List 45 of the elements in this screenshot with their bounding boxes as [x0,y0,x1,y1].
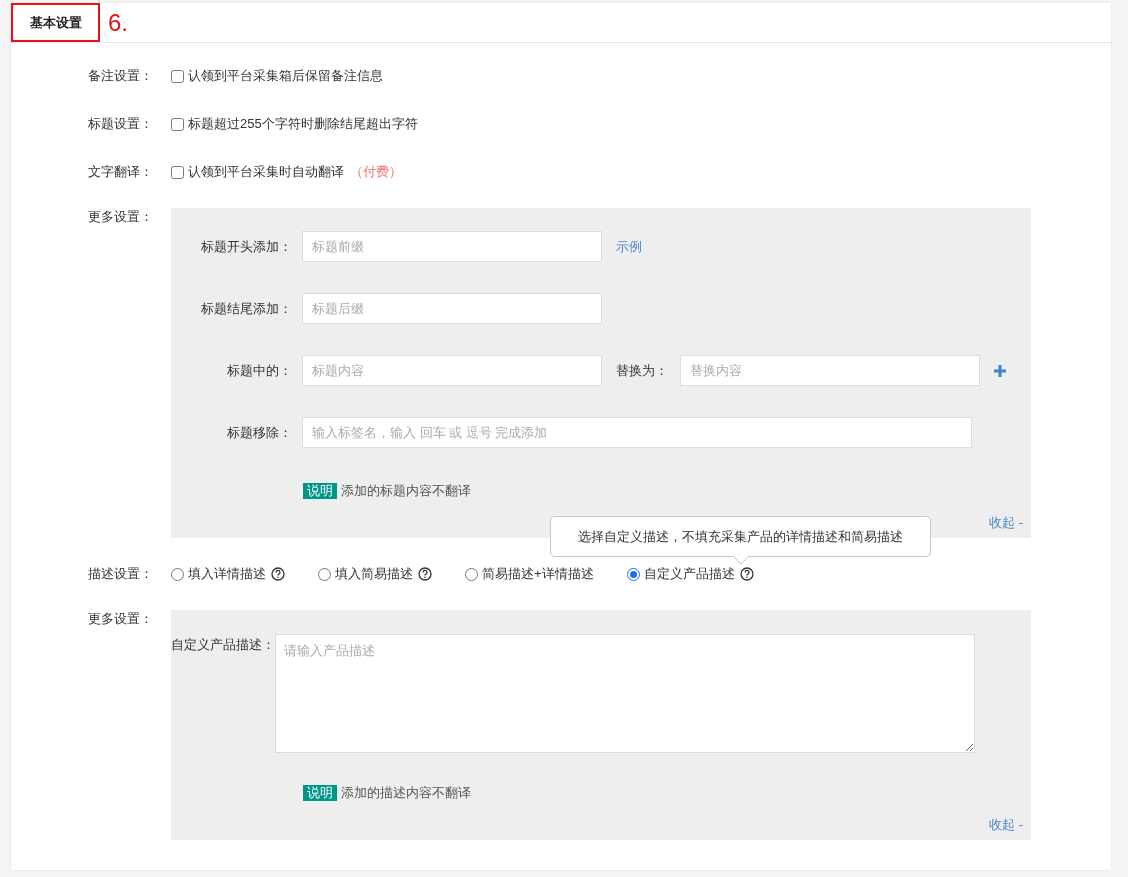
radio-button[interactable] [465,567,478,581]
note-tag: 说明 [303,483,337,499]
note-text: 添加的标题内容不翻译 [341,482,471,500]
text-field[interactable]: 标题内容 [302,355,602,386]
help-icon[interactable] [739,567,754,581]
radio-label[interactable]: 自定义产品描述 [643,565,735,583]
field-label: 标题开头添加： [200,237,292,256]
checkbox-label[interactable]: 认领到平台采集时自动翻译 [188,163,344,181]
field-label: 更多设置： [87,208,153,226]
checkbox[interactable] [171,165,184,179]
tooltip: 选择自定义描述，不填充采集产品的详情描述和简易描述 [549,516,931,557]
checkbox-label[interactable]: 认领到平台采集箱后保留备注信息 [188,67,383,85]
add-icon[interactable] [994,364,1006,377]
radio-label[interactable]: 简易描述+详情描述 [482,565,594,583]
text-field[interactable]: 标题后缀 [302,293,602,324]
field-label: 文字翻译： [87,163,153,181]
section-tab[interactable]: 基本设置 [11,3,100,42]
radio-button[interactable] [171,567,184,581]
tooltip-arrow [732,556,749,565]
radio-button[interactable] [318,567,331,581]
text-field[interactable]: 替换内容 [680,355,980,386]
text-field[interactable]: 标题前缀 [302,231,602,262]
step-number: 6. [108,7,128,38]
field-label: 描述设置： [87,565,153,583]
help-icon[interactable] [271,567,285,581]
checkbox[interactable] [171,69,184,83]
field-label: 备注设置： [87,67,153,85]
field-label: 替换为： [616,361,668,380]
note-tag: 说明 [303,785,337,801]
field-label: 标题设置： [87,115,153,133]
help-icon[interactable] [418,567,432,581]
description-textarea[interactable]: 请输入产品描述 [275,634,975,753]
note-text: 添加的描述内容不翻译 [341,784,471,802]
checkbox-label[interactable]: 标题超过255个字符时删除结尾超出字符 [188,115,418,133]
paid-note: （付费） [350,163,402,181]
field-label: 标题中的： [226,361,292,380]
field-label: 自定义产品描述： [171,636,275,654]
checkbox[interactable] [171,117,184,131]
tag-input-field[interactable]: 输入标签名，输入 回车 或 逗号 完成添加 [302,417,972,448]
field-label: 更多设置： [87,610,153,628]
field-label: 标题移除： [226,423,292,442]
radio-button[interactable] [626,567,640,581]
radio-label[interactable]: 填入简易描述 [335,565,413,583]
field-label: 标题结尾添加： [200,299,292,318]
radio-label[interactable]: 填入详情描述 [188,565,266,583]
